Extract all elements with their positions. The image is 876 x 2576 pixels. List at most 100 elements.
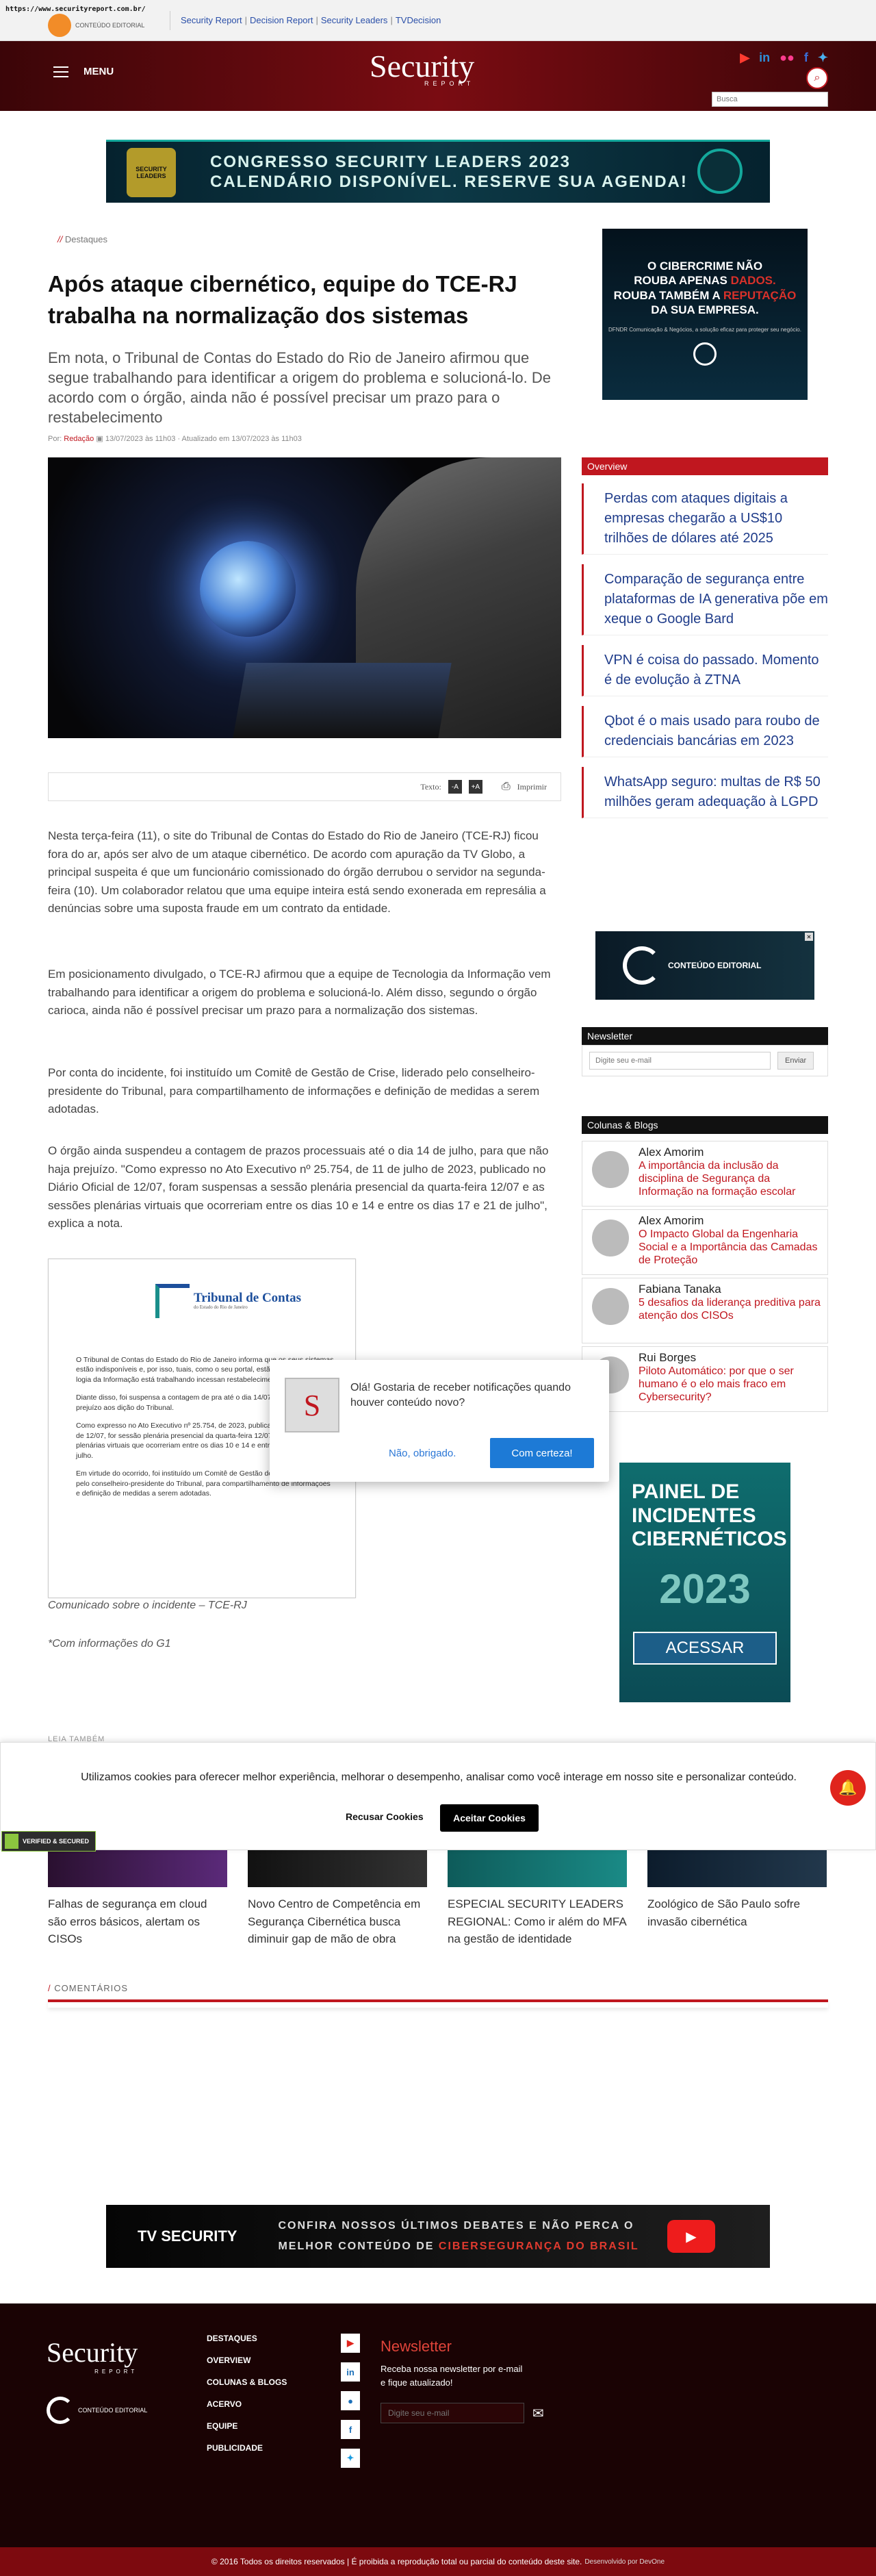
close-icon[interactable]: ✕ <box>805 933 813 941</box>
youtube-icon[interactable]: ▶ <box>740 51 749 65</box>
push-notification-popup: S Olá! Gostaria de receber notificações … <box>270 1360 609 1482</box>
print-button[interactable]: Imprimir <box>517 782 547 792</box>
banner-congresso[interactable]: SECURITY LEADERS CONGRESSO SECURITY LEAD… <box>106 140 770 203</box>
newsletter-form: Enviar <box>582 1045 828 1076</box>
tv-security-logo: TV SECURITY <box>138 2227 237 2245</box>
cookie-message: Utilizamos cookies para oferecer melhor … <box>81 1771 797 1783</box>
column-title[interactable]: A importância da inclusão da disciplina … <box>639 1159 821 1199</box>
article-paragraph: O órgão ainda suspendeu a contagem de pr… <box>48 1144 549 1230</box>
related-title[interactable]: Novo Centro de Competência em Segurança … <box>248 1895 427 1948</box>
footer-nav: DESTAQUES OVERVIEW COLUNAS & BLOGS ACERV… <box>207 2334 287 2453</box>
related-card[interactable]: ESPECIAL SECURITY LEADERS REGIONAL: Como… <box>448 1849 627 1948</box>
overview-item[interactable]: Qbot é o mais usado para roubo de creden… <box>582 706 828 757</box>
conteudo-editorial-label: CONTEÚDO EDITORIAL <box>75 22 145 29</box>
site-header: MENU Security REPORT ▶ in ●● f ✦ ⌕ <box>0 41 876 111</box>
footer-link-colunas[interactable]: COLUNAS & BLOGS <box>207 2377 287 2387</box>
column-item[interactable]: Alex Amorim A importância da inclusão da … <box>582 1141 828 1207</box>
reject-cookies-button[interactable]: Recusar Cookies <box>346 1811 424 1822</box>
printer-icon[interactable]: ⎙ <box>502 781 511 793</box>
banner-tv-text: CONFIRA NOSSOS ÚLTIMOS DEBATES E NÃO PER… <box>278 2219 639 2252</box>
ad-painel-incidentes[interactable]: PAINEL DE INCIDENTES CIBERNÉTICOS 2023 ACE… <box>619 1463 790 1702</box>
acessar-button[interactable]: ACESSAR <box>633 1631 777 1665</box>
text-tools: Texto: -A +A ⎙ Imprimir <box>48 772 561 801</box>
author-link[interactable]: Redação <box>64 435 94 443</box>
increase-font-button[interactable]: +A <box>468 780 482 794</box>
hamburger-icon <box>53 66 68 77</box>
flickr-icon[interactable]: ●● <box>780 51 795 65</box>
newsletter-email-input[interactable] <box>589 1052 771 1070</box>
twitter-icon[interactable]: ✦ <box>818 51 828 65</box>
breadcrumb-destaques[interactable]: Destaques <box>65 234 107 244</box>
footer-link-overview[interactable]: OVERVIEW <box>207 2356 287 2365</box>
facebook-icon[interactable]: f <box>341 2420 360 2439</box>
menu-button[interactable]: MENU <box>53 66 114 77</box>
related-card[interactable]: Novo Centro de Competência em Segurança … <box>248 1849 427 1948</box>
footer-conteudo-editorial[interactable]: CONTEÚDO EDITORIAL <box>47 2397 147 2424</box>
verified-secured-badge[interactable]: VERIFIED & SECURED <box>1 1831 96 1852</box>
column-title[interactable]: 5 desafios da liderança preditiva para a… <box>639 1296 821 1322</box>
related-thumbnail <box>448 1849 627 1887</box>
social-links: ▶ in ●● f ✦ <box>740 51 828 65</box>
footer-newsletter-input[interactable] <box>381 2403 524 2423</box>
send-icon[interactable]: ✉ <box>532 2405 544 2422</box>
overview-list: Perdas com ataques digitais a empresas c… <box>582 483 828 828</box>
shield-check-icon <box>5 1834 18 1849</box>
tce-mark-icon <box>155 1284 190 1318</box>
search-icon[interactable]: ⌕ <box>806 67 828 89</box>
overview-item[interactable]: VPN é coisa do passado. Momento é de evo… <box>582 645 828 696</box>
overview-item[interactable]: Perdas com ataques digitais a empresas c… <box>582 483 828 555</box>
youtube-icon[interactable]: ▶ <box>341 2334 360 2353</box>
related-card[interactable]: Zoológico de São Paulo sofre invasão cib… <box>647 1849 827 1948</box>
linkedin-icon[interactable]: in <box>341 2362 360 2382</box>
developer-credit[interactable]: Desenvolvido por DevOne <box>584 2558 665 2566</box>
overview-item[interactable]: Comparação de segurança entre plataforma… <box>582 564 828 635</box>
linkedin-icon[interactable]: in <box>759 51 770 65</box>
footer-newsletter-text: Receba nossa newsletter por e-mail e fiqu… <box>381 2364 523 2388</box>
link-tvdecision[interactable]: TVDecision <box>396 15 441 25</box>
accept-cookies-button[interactable]: Aceitar Cookies <box>440 1804 539 1832</box>
footer-link-publicidade[interactable]: PUBLICIDADE <box>207 2443 287 2453</box>
menu-label: MENU <box>83 66 114 77</box>
search-input[interactable] <box>712 92 828 107</box>
conteudo-editorial-icon <box>47 2397 74 2424</box>
footer-link-destaques[interactable]: DESTAQUES <box>207 2334 287 2343</box>
footer-logo[interactable]: Security REPORT <box>47 2336 138 2375</box>
decline-notifications-button[interactable]: Não, obrigado. <box>382 1441 463 1466</box>
column-title[interactable]: Piloto Automático: por que o ser humano … <box>639 1365 821 1404</box>
cookie-banner: Utilizamos cookies para oferecer melhor … <box>0 1742 876 1850</box>
column-item[interactable]: Alex Amorim O Impacto Global da Engenhari… <box>582 1209 828 1275</box>
column-item[interactable]: Fabiana Tanaka 5 desafios da liderança pr… <box>582 1278 828 1343</box>
link-decision-report[interactable]: Decision Report <box>250 15 313 25</box>
overview-item[interactable]: WhatsApp seguro: multas de R$ 50 milhões… <box>582 767 828 818</box>
related-card[interactable]: Falhas de segurança em cloud são erros b… <box>48 1849 227 1948</box>
column-title[interactable]: O Impacto Global da Engenharia Social e … <box>639 1228 821 1267</box>
conteudo-editorial-logo[interactable]: CONTEÚDO EDITORIAL <box>48 14 144 37</box>
column-item[interactable]: Rui Borges Piloto Automático: por que o s… <box>582 1346 828 1412</box>
youtube-play-icon[interactable]: ▶ <box>667 2220 715 2253</box>
related-title[interactable]: ESPECIAL SECURITY LEADERS REGIONAL: Como… <box>448 1895 627 1948</box>
related-title[interactable]: Zoológico de São Paulo sofre invasão cib… <box>647 1895 827 1930</box>
footer-link-acervo[interactable]: ACERVO <box>207 2399 287 2409</box>
link-security-report[interactable]: Security Report <box>181 15 242 25</box>
article-lead: Em nota, o Tribunal de Contas do Estado … <box>48 349 552 427</box>
shield-icon <box>697 149 743 194</box>
ad-conteudo-editorial[interactable]: CONTEÚDO EDITORIAL ✕ <box>595 931 814 1000</box>
portal-links: Security Report | Decision Report | Securi… <box>181 15 441 25</box>
article-paragraph: Nesta terça-feira (11), o site do Tribun… <box>48 829 546 916</box>
related-title[interactable]: Falhas de segurança em cloud são erros b… <box>48 1895 227 1948</box>
site-logo[interactable]: Security REPORT <box>370 51 474 87</box>
banner-tv-security[interactable]: TV SECURITY CONFIRA NOSSOS ÚLTIMOS DEBAT… <box>106 2205 770 2268</box>
facebook-icon[interactable]: f <box>804 51 808 65</box>
colunas-section-title: Colunas & Blogs <box>582 1116 828 1134</box>
decrease-font-button[interactable]: -A <box>448 780 462 794</box>
ad-cibercrime[interactable]: O CIBERCRIME NÃO ROUBA APENAS DADOS. ROU… <box>602 229 808 400</box>
laptop-shape <box>233 663 452 738</box>
link-security-leaders[interactable]: Security Leaders <box>321 15 388 25</box>
twitter-icon[interactable]: ✦ <box>341 2449 360 2468</box>
footer-link-equipe[interactable]: EQUIPE <box>207 2421 287 2431</box>
bell-icon[interactable]: 🔔 <box>830 1770 866 1806</box>
column-author: Fabiana Tanaka <box>639 1283 721 1296</box>
accept-notifications-button[interactable]: Com certeza! <box>490 1438 594 1468</box>
newsletter-submit-button[interactable]: Enviar <box>777 1052 814 1070</box>
flickr-icon[interactable]: ● <box>341 2391 360 2410</box>
